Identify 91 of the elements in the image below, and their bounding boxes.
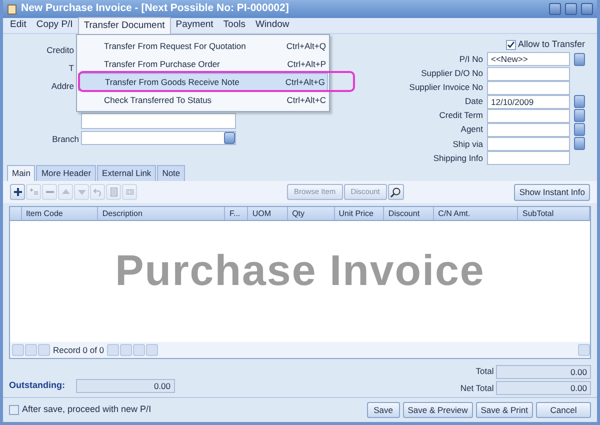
field-label: Supplier D/O No — [421, 67, 483, 80]
action-button[interactable]: Save — [366, 402, 400, 418]
navigator-button[interactable] — [25, 344, 37, 356]
overlay-caption: Purchase Invoice — [114, 246, 486, 297]
dropdown-button[interactable] — [574, 123, 585, 136]
window-title: New Purchase Invoice - [Next Possible No: PI-000002] — [21, 1, 289, 16]
column-header[interactable]: Unit Price — [334, 207, 384, 220]
dropdown-button[interactable] — [574, 52, 585, 66]
menu-item[interactable]: Window — [250, 17, 294, 34]
input-field[interactable] — [487, 108, 570, 123]
field-label: P/I No — [459, 53, 483, 66]
tab[interactable]: External Link — [97, 165, 156, 181]
menu-item[interactable]: Transfer Document — [78, 16, 171, 34]
up-arrow-icon — [60, 187, 70, 197]
menu-item[interactable]: Check Transferred To Status Ctrl+Alt+C — [78, 91, 328, 109]
insert-row-icon — [28, 187, 38, 197]
tab[interactable]: More Header — [36, 165, 96, 181]
outstanding-label: Outstanding: — [9, 379, 66, 392]
column-header[interactable]: Discount — [384, 207, 434, 220]
navigator-button[interactable] — [12, 344, 24, 356]
field-label: Addre — [51, 80, 74, 93]
close-button[interactable] — [581, 3, 593, 15]
input-field[interactable] — [487, 136, 570, 151]
plus-icon — [12, 187, 22, 197]
column-header[interactable]: Qty — [288, 207, 335, 220]
column-header[interactable]: F... — [225, 207, 248, 220]
navigator-button[interactable] — [38, 344, 50, 356]
dropdown-button[interactable] — [574, 95, 585, 108]
input-field[interactable] — [487, 151, 570, 166]
dropdown-button[interactable] — [574, 137, 585, 150]
input-field[interactable]: <<New>> — [487, 52, 570, 66]
field-label: Date — [465, 95, 483, 108]
checkbox-label: Allow to Transfer — [518, 38, 585, 51]
down-arrow-icon — [76, 187, 86, 197]
field-label: Ship via — [452, 138, 483, 150]
rows-icon — [124, 187, 134, 197]
navigator-button[interactable] — [146, 344, 158, 356]
menu-item[interactable]: Transfer From Goods Receive Note Ctrl+Alt+G — [78, 73, 328, 91]
column-header[interactable]: C/N Amt. — [434, 207, 518, 220]
menu-item[interactable]: Payment — [170, 17, 218, 34]
field-label: T — [68, 62, 74, 75]
field-label: Shipping Info — [433, 152, 483, 164]
field-label: Supplier Invoice No — [409, 81, 483, 94]
menu-item[interactable]: Transfer From Request For Quotation Ctrl+Alt+Q — [78, 37, 328, 55]
total-label: Total — [476, 365, 494, 378]
record-counter: Record 0 of 0 — [52, 344, 106, 356]
show-info-button[interactable]: Show Instant Info — [514, 184, 590, 200]
menu-item[interactable]: Edit — [5, 17, 32, 34]
column-header[interactable]: SubTotal — [518, 207, 590, 220]
search-button[interactable] — [388, 184, 404, 200]
field-label: Credit Term — [439, 109, 483, 122]
scroll-button[interactable] — [578, 344, 590, 356]
document-icon — [7, 4, 17, 14]
input-field[interactable] — [487, 80, 570, 95]
action-button[interactable]: Cancel — [536, 402, 591, 418]
field-label: Credito — [46, 44, 74, 57]
column-header[interactable]: Description — [98, 207, 226, 220]
input-field[interactable]: 12/10/2009 — [487, 94, 570, 109]
navigator-button[interactable] — [133, 344, 146, 356]
dropdown-button[interactable] — [224, 132, 235, 144]
tab[interactable]: Main — [7, 165, 36, 181]
action-button[interactable]: Save & Preview — [402, 402, 473, 418]
input-field[interactable] — [487, 66, 570, 81]
undo-icon — [92, 187, 102, 197]
total-field: 0.00 — [496, 381, 591, 395]
field-label: Agent — [460, 123, 483, 136]
column-header[interactable]: UOM — [248, 207, 288, 220]
field-label: Branch — [52, 133, 79, 146]
action-button[interactable]: Save & Print — [476, 402, 533, 418]
checkbox[interactable] — [506, 40, 516, 50]
checkbox-label: After save, proceed with new P/I — [22, 403, 152, 416]
outstanding-field: 0.00 — [76, 379, 174, 393]
list-icon — [108, 187, 118, 197]
total-label: Net Total — [460, 382, 494, 394]
checkbox[interactable] — [9, 405, 19, 415]
branch-field[interactable] — [81, 131, 236, 145]
navigator-button[interactable] — [107, 344, 120, 356]
address-field[interactable] — [81, 113, 236, 129]
menu-item[interactable]: Transfer From Purchase Order Ctrl+Alt+P — [78, 55, 328, 73]
minimize-button[interactable] — [549, 3, 561, 15]
toolbar-button[interactable] — [10, 184, 25, 200]
menu-item[interactable]: Tools — [218, 17, 250, 34]
maximize-button[interactable] — [565, 3, 577, 15]
tab[interactable]: Note — [157, 165, 186, 181]
search-icon — [390, 186, 402, 198]
column-header[interactable]: Item Code — [22, 207, 98, 220]
navigator-button[interactable] — [120, 344, 132, 356]
menu-item[interactable]: Copy P/I — [31, 17, 78, 34]
total-field: 0.00 — [496, 364, 591, 379]
dropdown-button[interactable] — [574, 109, 585, 122]
input-field[interactable] — [487, 122, 570, 137]
